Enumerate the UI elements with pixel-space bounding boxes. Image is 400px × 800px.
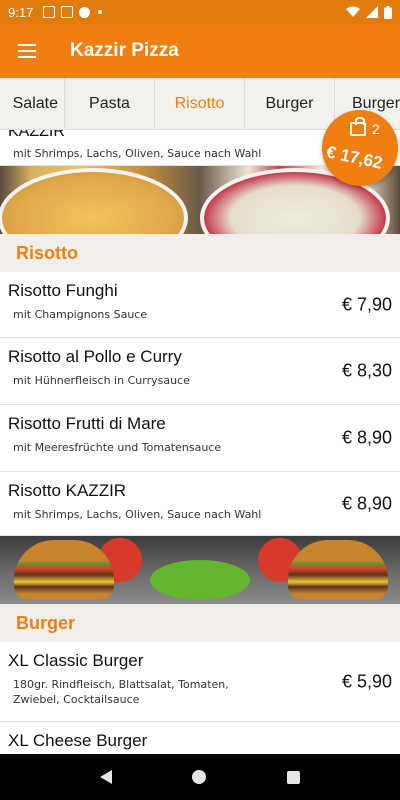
menu-item[interactable]: Risotto Funghi mit Champignons Sauce € 7… [0,272,400,338]
menu-list: KAZZIR mit Shrimps, Lachs, Oliven, Sauce… [0,130,400,754]
menu-item[interactable]: XL Cheese Burger [0,722,400,754]
tab-pasta[interactable]: Pasta [65,78,155,129]
cart-count: 2 [372,121,380,137]
back-icon[interactable] [100,770,113,784]
more-notifications-icon [98,10,103,14]
menu-item[interactable]: XL Classic Burger 180gr. Rindfleisch, Bl… [0,642,400,722]
item-description: mit Champignons Sauce [13,308,148,321]
rice-bowl-image [0,168,188,234]
status-time: 9:17 [8,4,34,20]
item-price: € 7,90 [341,294,392,314]
burger-image [14,540,114,600]
section-title-risotto: Risotto [0,234,400,272]
cart-button[interactable]: 2 € 17,62 [322,110,398,186]
section-title-burger: Burger [0,604,400,642]
item-name: Risotto Frutti di Mare [8,414,166,433]
menu-item[interactable]: Risotto al Pollo e Curry mit Hühnerfleis… [0,338,400,405]
shopping-bag-icon [350,117,366,136]
signal-icon [366,6,378,18]
hamburger-menu-icon[interactable] [18,44,36,58]
item-price: € 8,90 [341,493,392,513]
home-icon[interactable] [192,770,207,784]
wifi-icon [346,6,360,17]
item-name: Risotto al Pollo e Curry [8,347,182,366]
tab-burger[interactable]: Burger [245,78,335,129]
lettuce-image [150,560,250,600]
notification-icon [79,6,91,18]
app-title: Kazzir Pizza [70,40,179,61]
item-name: XL Cheese Burger [8,731,148,750]
app-bar: Kazzir Pizza [0,24,400,78]
item-price: € 8,30 [341,360,392,381]
tab-salate[interactable]: Salate [0,78,65,129]
notification-icon [43,6,56,18]
status-bar: 9:17 [0,0,400,24]
item-description: 180gr. Rindfleisch, Blattsalat, Tomaten,… [13,678,229,706]
menu-item[interactable]: Risotto Frutti di Mare mit Meeresfrüchte… [0,405,400,472]
tab-risotto[interactable]: Risotto [155,78,245,129]
menu-item[interactable]: Risotto KAZZIR mit Shrimps, Lachs, Olive… [0,472,400,536]
item-description: mit Shrimps, Lachs, Oliven, Sauce nach W… [13,508,262,521]
burger-banner-image [0,536,400,604]
system-nav-bar [0,754,400,800]
item-name: Risotto Funghi [8,281,118,300]
item-name: XL Classic Burger [8,651,144,670]
recent-apps-icon[interactable] [286,770,300,784]
item-price: € 8,90 [341,427,392,448]
notification-icon [61,6,74,18]
item-name: Risotto KAZZIR [8,481,127,500]
battery-icon [384,5,392,19]
burger-image [288,540,388,600]
item-description: mit Hühnerfleisch in Currysauce [13,374,190,387]
cart-total: € 17,62 [324,142,385,173]
item-description: mit Meeresfrüchte und Tomatensauce [13,441,222,454]
item-price: € 5,90 [341,671,392,691]
